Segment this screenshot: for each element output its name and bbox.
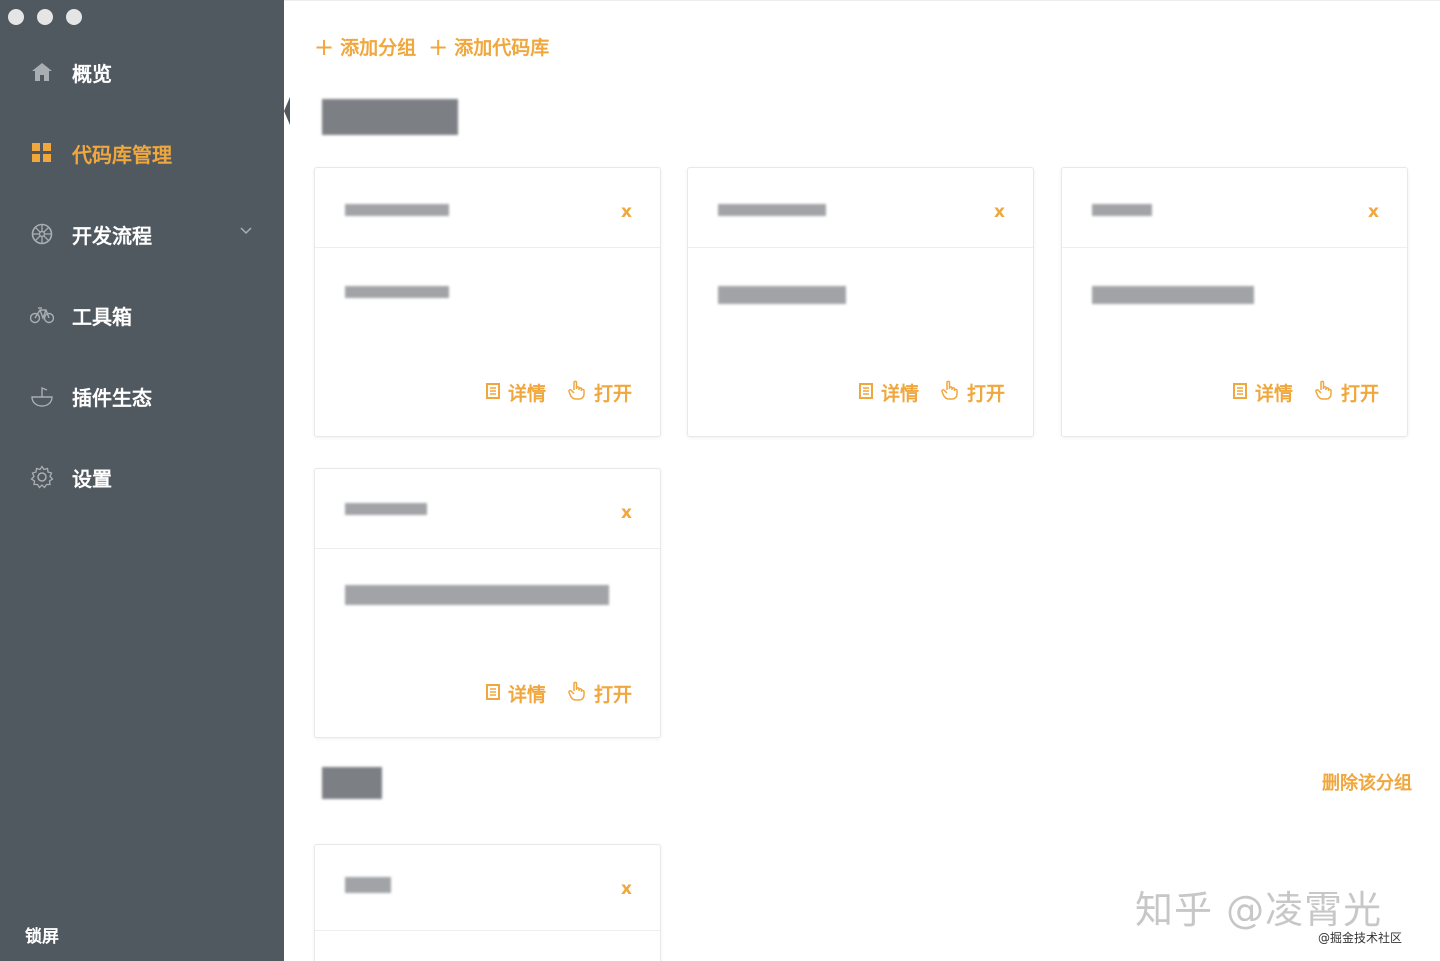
repo-card-header: x [315, 469, 660, 549]
sidebar-item-settings[interactable]: 设置 [30, 462, 112, 492]
plus-icon: + [428, 32, 449, 61]
sidebar-item-label: 工具箱 [72, 304, 132, 329]
detail-label: 详情 [507, 383, 546, 405]
window-minimize-button[interactable] [37, 9, 53, 25]
gear-icon [30, 465, 54, 489]
bicycle-icon [30, 303, 54, 327]
open-label: 打开 [593, 383, 632, 405]
sidebar-item-toolbox[interactable]: 工具箱 [30, 300, 132, 330]
open-button[interactable]: 打开 [1315, 379, 1379, 406]
sidebar-item-repo-management[interactable]: 代码库管理 [30, 138, 172, 168]
add-repo-label: 添加代码库 [454, 37, 550, 59]
sidebar-item-label: 代码库管理 [72, 142, 172, 167]
repo-name-redacted [345, 204, 449, 216]
repo-card: x [314, 844, 661, 961]
repo-card: x 详情 打开 [687, 167, 1034, 437]
repo-card-header: x [315, 168, 660, 248]
pointer-hand-icon [568, 380, 586, 405]
repo-card-actions: 详情 打开 [485, 680, 632, 707]
add-group-button[interactable]: + 添加分组 [314, 33, 416, 60]
document-icon [858, 382, 873, 404]
document-icon [485, 382, 500, 404]
sidebar-item-label: 插件生态 [72, 385, 152, 410]
detail-label: 详情 [1254, 383, 1293, 405]
repo-name-redacted [345, 877, 391, 893]
bowl-icon [30, 384, 54, 408]
lock-screen-button[interactable]: 锁屏 [25, 922, 59, 947]
document-icon [485, 683, 500, 705]
repo-card-actions: 详情 打开 [485, 379, 632, 406]
open-label: 打开 [966, 383, 1005, 405]
add-group-label: 添加分组 [340, 37, 417, 59]
open-button[interactable]: 打开 [941, 379, 1005, 406]
repo-card-body: 详情 打开 [315, 549, 660, 737]
sidebar-item-label: 概览 [72, 61, 112, 86]
pointer-hand-icon [941, 380, 959, 405]
sidebar-item-overview[interactable]: 概览 [30, 57, 112, 87]
watermark-text: 知乎 @凌霄光 [1135, 888, 1383, 932]
repo-card-body: 详情 打开 [1062, 248, 1407, 436]
main-content: + 添加分组 + 添加代码库 x 详情 打开 x 详情 打开 x 详情 打开 x… [284, 0, 1440, 961]
toolbar: + 添加分组 + 添加代码库 [314, 33, 549, 60]
repo-card-body: 详情 打开 [688, 248, 1033, 436]
repo-card-header: x [315, 845, 660, 931]
detail-button[interactable]: 详情 [485, 379, 546, 406]
detail-button[interactable]: 详情 [1232, 379, 1293, 406]
group-title-redacted [322, 99, 458, 139]
repo-desc-redacted [345, 585, 609, 605]
repo-card: x 详情 打开 [1061, 167, 1408, 437]
remove-repo-button[interactable]: x [1368, 202, 1379, 222]
document-icon [1232, 382, 1247, 404]
repo-name-redacted [345, 503, 427, 515]
window-controls [8, 9, 82, 25]
repo-card: x 详情 打开 [314, 468, 661, 738]
repo-card-header: x [1062, 168, 1407, 248]
plus-icon: + [314, 32, 335, 61]
repo-desc-redacted [345, 286, 449, 298]
repo-name-redacted [1092, 204, 1152, 216]
remove-repo-button[interactable]: x [621, 879, 632, 899]
sidebar-item-label: 开发流程 [72, 223, 152, 248]
pointer-hand-icon [568, 681, 586, 706]
delete-group-button[interactable]: 删除该分组 [1322, 769, 1412, 795]
remove-repo-button[interactable]: x [621, 503, 632, 523]
grid-icon [30, 141, 54, 165]
repo-card-actions: 详情 打开 [1232, 379, 1379, 406]
open-label: 打开 [1340, 383, 1379, 405]
open-button[interactable]: 打开 [568, 379, 632, 406]
watermark-subtext: @掘金技术社区 [1318, 931, 1403, 945]
sidebar-item-label: 设置 [72, 466, 112, 491]
repo-desc-redacted [1092, 286, 1254, 304]
add-repo-button[interactable]: + 添加代码库 [428, 33, 549, 60]
wheel-icon [30, 222, 54, 246]
open-label: 打开 [593, 684, 632, 706]
pointer-hand-icon [1315, 380, 1333, 405]
sidebar-item-dev-process[interactable]: 开发流程 [30, 219, 152, 249]
repo-card-actions: 详情 打开 [858, 379, 1005, 406]
detail-label: 详情 [880, 383, 919, 405]
home-icon [30, 60, 54, 84]
remove-repo-button[interactable]: x [994, 202, 1005, 222]
open-button[interactable]: 打开 [568, 680, 632, 707]
repo-name-redacted [718, 204, 826, 216]
repo-card: x 详情 打开 [314, 167, 661, 437]
group-title-redacted [322, 767, 382, 803]
detail-label: 详情 [507, 684, 546, 706]
sidebar: 概览 代码库管理 开发流程 工具箱 插件生态 设置 锁屏 [0, 0, 284, 961]
detail-button[interactable]: 详情 [485, 680, 546, 707]
window-close-button[interactable] [8, 9, 24, 25]
chevron-down-icon[interactable] [238, 222, 254, 238]
remove-repo-button[interactable]: x [621, 202, 632, 222]
window-maximize-button[interactable] [66, 9, 82, 25]
detail-button[interactable]: 详情 [858, 379, 919, 406]
repo-desc-redacted [718, 286, 846, 304]
repo-card-body: 详情 打开 [315, 248, 660, 436]
repo-card-header: x [688, 168, 1033, 248]
sidebar-item-plugins[interactable]: 插件生态 [30, 381, 152, 411]
